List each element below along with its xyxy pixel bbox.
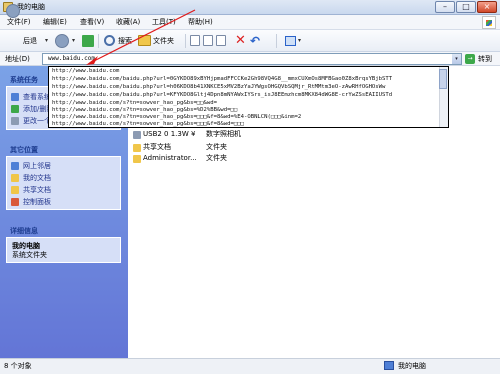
place-control-panel[interactable]: 控制面板 [23,197,51,207]
copy-to-icon[interactable] [203,35,213,46]
place-my-documents[interactable]: 我的文档 [23,173,51,183]
documents-folder-icon [11,174,19,182]
user-folder-icon [133,155,141,163]
minimize-button[interactable]: – [435,1,455,13]
file-item-name[interactable]: Administrator... [143,153,197,163]
file-item-type: 文件夹 [206,154,227,162]
autocomplete-item[interactable]: http://www.baidu.com/baidu.php?url=KFYKD… [52,92,392,99]
close-button[interactable]: × [477,1,497,13]
arrow-line [89,9,196,64]
autocomplete-item[interactable]: http://www.baidu.com/s?tn=sowver_hao_pg&… [52,114,301,121]
views-dropdown-icon[interactable]: ▾ [298,37,301,44]
autocomplete-item[interactable]: http://www.baidu.com/s?tn=sowver_hao_pg&… [52,100,217,107]
back-arrow-icon[interactable] [6,4,20,18]
autocomplete-item[interactable]: http://www.baidu.com/baidu.php?url=0GYKD… [52,76,392,83]
toolbar-separator [276,34,277,48]
file-item-name[interactable]: 共享文档 [143,142,171,152]
details-title[interactable]: 详细信息 [10,226,38,236]
autocomplete-item[interactable]: http://www.baidu.com [52,68,119,75]
undo-icon[interactable]: ↶ [250,34,260,48]
scrollbar-thumb[interactable] [439,69,447,89]
windows-logo-icon [482,16,496,29]
autocomplete-item[interactable]: http://www.baidu.com/s?tn=sowver_hao_pg&… [52,107,237,114]
back-label[interactable]: 后退 [23,37,37,46]
status-location: 我的电脑 [398,362,426,370]
system-info-icon [11,93,19,101]
shared-folder-icon [133,144,141,152]
autocomplete-item[interactable]: http://www.baidu.com/s?tn=sowver_hao_pg&… [52,121,244,127]
maximize-button[interactable]: □ [456,1,476,13]
delete-icon[interactable]: ✕ [235,34,246,48]
camera-type: 数字照相机 [206,130,241,138]
paste-icon[interactable] [216,35,226,46]
settings-icon [11,117,19,125]
control-panel-icon [11,198,19,206]
status-object-count: 8 个对象 [4,362,32,370]
place-shared-documents[interactable]: 共享文档 [23,185,51,195]
address-label: 地址(D) [5,55,30,63]
other-places-title[interactable]: 其它位置 [10,145,38,155]
menu-file[interactable]: 文件(F) [7,17,31,28]
go-arrow-icon: → [465,54,475,64]
annotation-arrow [86,9,196,65]
views-icon[interactable] [285,36,296,46]
network-icon [11,162,19,170]
camera-icon [133,131,141,139]
shared-folder-icon [11,186,19,194]
window-title: 我的电脑 [17,3,45,11]
add-remove-icon [11,105,19,113]
back-dropdown-icon[interactable]: ▾ [45,37,48,44]
autocomplete-item[interactable]: http://www.baidu.com/baidu.php?url=h06KD… [52,84,385,91]
file-item-type: 文件夹 [206,143,227,151]
autocomplete-scrollbar[interactable] [439,67,448,127]
system-tasks-title[interactable]: 系统任务 [10,75,38,85]
camera-name[interactable]: USB2 0 1.3W ¥ [143,129,195,139]
place-network[interactable]: 网上邻居 [23,161,51,171]
go-button[interactable]: → 转到 [465,53,497,65]
computer-icon [384,361,394,370]
address-autocomplete-list: http://www.baidu.com http://www.baidu.co… [48,66,449,128]
details-description: 系统文件夹 [12,251,47,259]
address-dropdown-icon[interactable]: ▾ [452,54,461,64]
go-label: 转到 [478,55,492,63]
